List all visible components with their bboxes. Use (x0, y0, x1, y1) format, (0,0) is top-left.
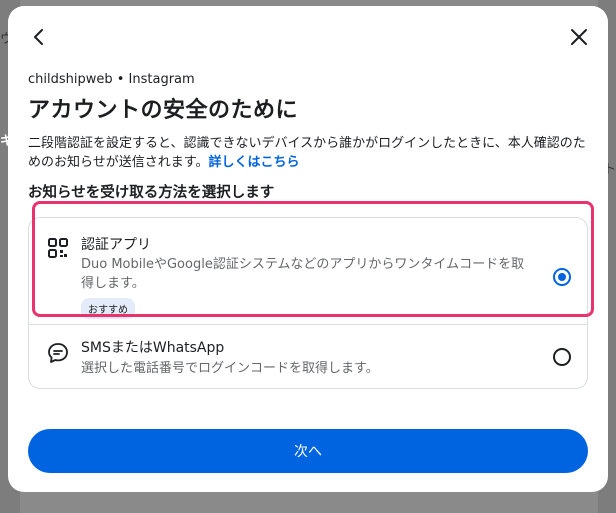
page-title: アカウントの安全のために (28, 98, 299, 123)
method-options: 認証アプリ Duo MobileやGoogle認証システムなどのアプリからワンタ… (28, 217, 588, 389)
chat-bubble-icon (48, 343, 68, 363)
account-line: childshipweb • Instagram (28, 72, 195, 87)
option-description: Duo MobileやGoogle認証システムなどのアプリからワンタイムコードを… (81, 257, 525, 291)
radio-selected[interactable] (553, 268, 571, 286)
qr-code-icon (48, 238, 68, 258)
option-authenticator-app[interactable]: 認証アプリ Duo MobileやGoogle認証システムなどのアプリからワンタ… (29, 218, 587, 324)
back-button[interactable] (24, 22, 54, 52)
chevron-left-icon (34, 29, 43, 45)
option-description: 選択した電話番号でログインコードを取得します。 (81, 361, 379, 376)
option-title: 認証アプリ (81, 237, 151, 253)
option-sms-whatsapp[interactable]: SMSまたはWhatsApp 選択した電話番号でログインコードを取得します。 (29, 325, 587, 388)
description: 二段階認証を設定すると、認識できないデバイスから誰かがログインしたときに、本人確… (28, 134, 588, 172)
two-factor-dialog: childshipweb • Instagram アカウントの安全のために 二段… (8, 6, 608, 492)
description-text: 二段階認証を設定すると、認識できないデバイスから誰かがログインしたときに、本人確… (28, 136, 586, 170)
next-button[interactable]: 次へ (28, 429, 588, 473)
option-title: SMSまたはWhatsApp (81, 340, 225, 356)
radio-unselected[interactable] (553, 348, 571, 366)
recommended-badge: おすすめ (81, 298, 135, 319)
close-button[interactable] (564, 22, 594, 52)
learn-more-link[interactable]: 詳しくはこちら (208, 155, 299, 170)
close-icon (571, 29, 587, 45)
section-heading: お知らせを受け取る方法を選択します (28, 185, 275, 201)
